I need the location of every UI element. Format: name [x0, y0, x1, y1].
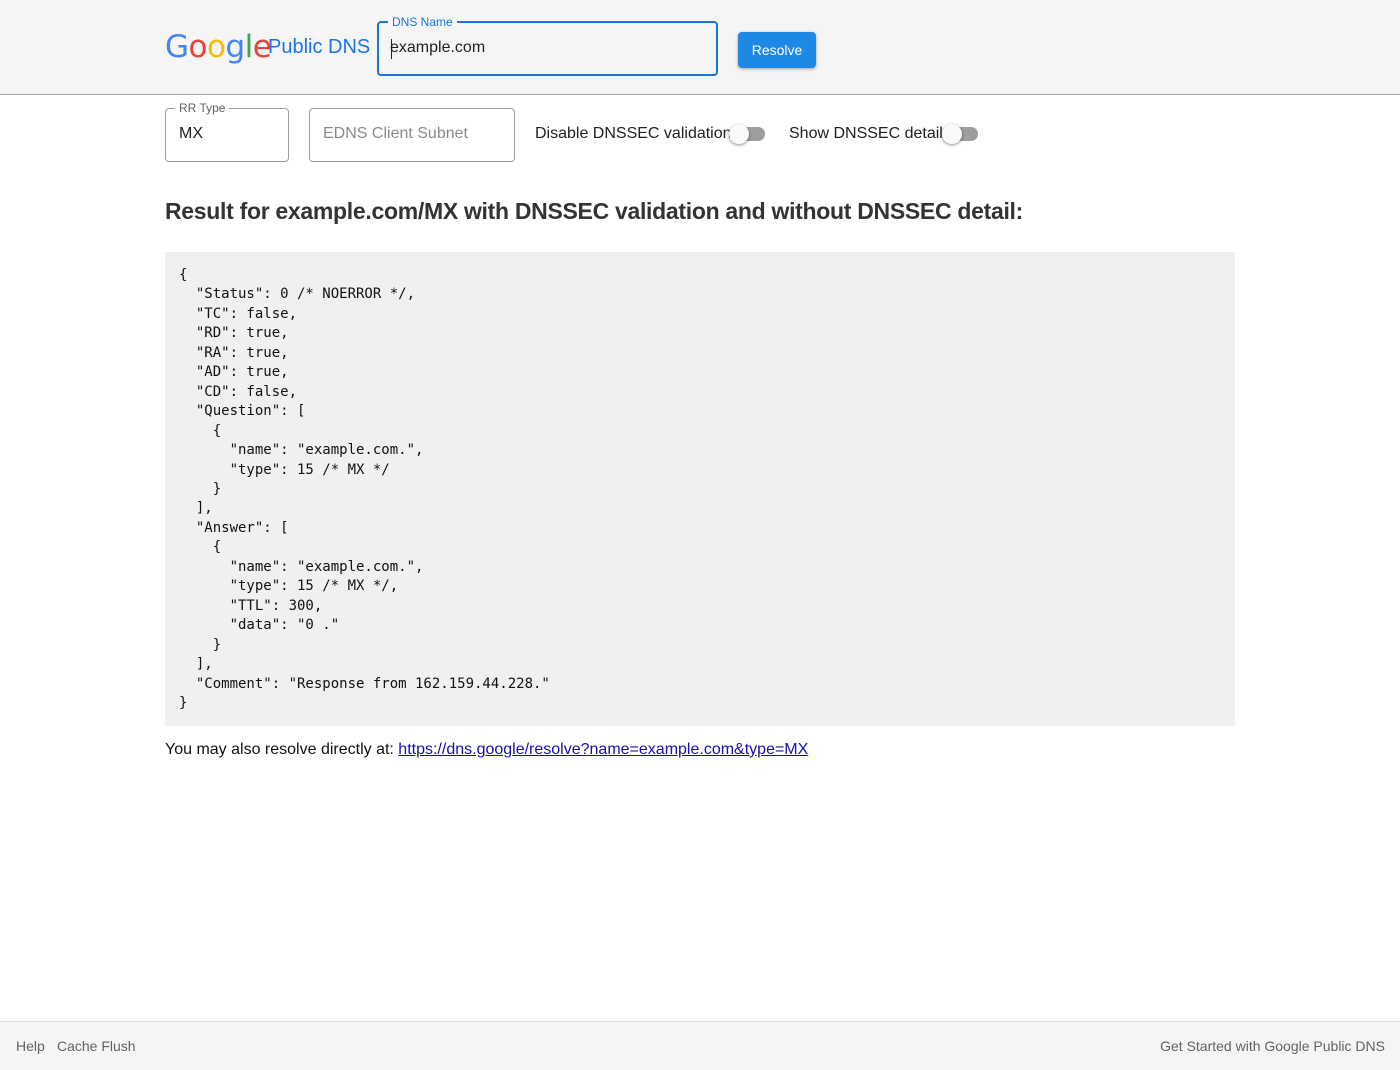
footer-help-link[interactable]: Help: [16, 1038, 45, 1054]
show-dnssec-label[interactable]: Show DNSSEC detail: [789, 125, 943, 143]
json-response-text: { "Status": 0 /* NOERROR */, "TC": false…: [179, 267, 550, 711]
dns-name-field[interactable]: DNS Name example.com: [377, 15, 718, 76]
resolve-button[interactable]: Resolve: [738, 32, 816, 68]
direct-resolve-prefix: You may also resolve directly at:: [165, 741, 399, 758]
edns-client-subnet-placeholder[interactable]: EDNS Client Subnet: [323, 125, 468, 143]
toggle-thumb[interactable]: [729, 124, 749, 144]
footer-get-started-link[interactable]: Get Started with Google Public DNS: [1160, 1038, 1385, 1054]
json-response-box: { "Status": 0 /* NOERROR */, "TC": false…: [165, 252, 1235, 726]
brand-title[interactable]: Public DNS: [268, 36, 370, 59]
direct-resolve-note: You may also resolve directly at: https:…: [165, 741, 808, 759]
logo-letter: G: [165, 29, 189, 65]
rr-type-value[interactable]: MX: [179, 125, 203, 143]
rr-type-label: RR Type: [175, 101, 230, 115]
google-logo[interactable]: Google: [165, 29, 272, 65]
footer-bar: Help Cache Flush Get Started with Google…: [0, 1021, 1400, 1070]
dns-name-label: DNS Name: [388, 15, 457, 29]
disable-dnssec-label[interactable]: Disable DNSSEC validation: [535, 125, 732, 143]
rr-type-select[interactable]: RR Type MX: [165, 101, 289, 162]
edns-client-subnet-field[interactable]: EDNS Client Subnet: [309, 108, 515, 162]
text-caret: [391, 39, 392, 59]
logo-letter: l: [244, 29, 254, 65]
show-dnssec-toggle[interactable]: [942, 124, 978, 144]
disable-dnssec-toggle[interactable]: [729, 124, 765, 144]
dns-name-input[interactable]: example.com: [390, 39, 485, 57]
logo-letter: g: [225, 29, 245, 65]
logo-letter: o: [188, 29, 208, 65]
result-title: Result for example.com/MX with DNSSEC va…: [165, 198, 1024, 224]
logo-letter: o: [207, 29, 226, 65]
toggle-thumb[interactable]: [942, 124, 962, 144]
direct-resolve-link[interactable]: https://dns.google/resolve?name=example.…: [398, 741, 808, 758]
header-bar: Google Public DNS DNS Name example.com R…: [0, 0, 1400, 95]
footer-cache-flush-link[interactable]: Cache Flush: [57, 1038, 136, 1054]
